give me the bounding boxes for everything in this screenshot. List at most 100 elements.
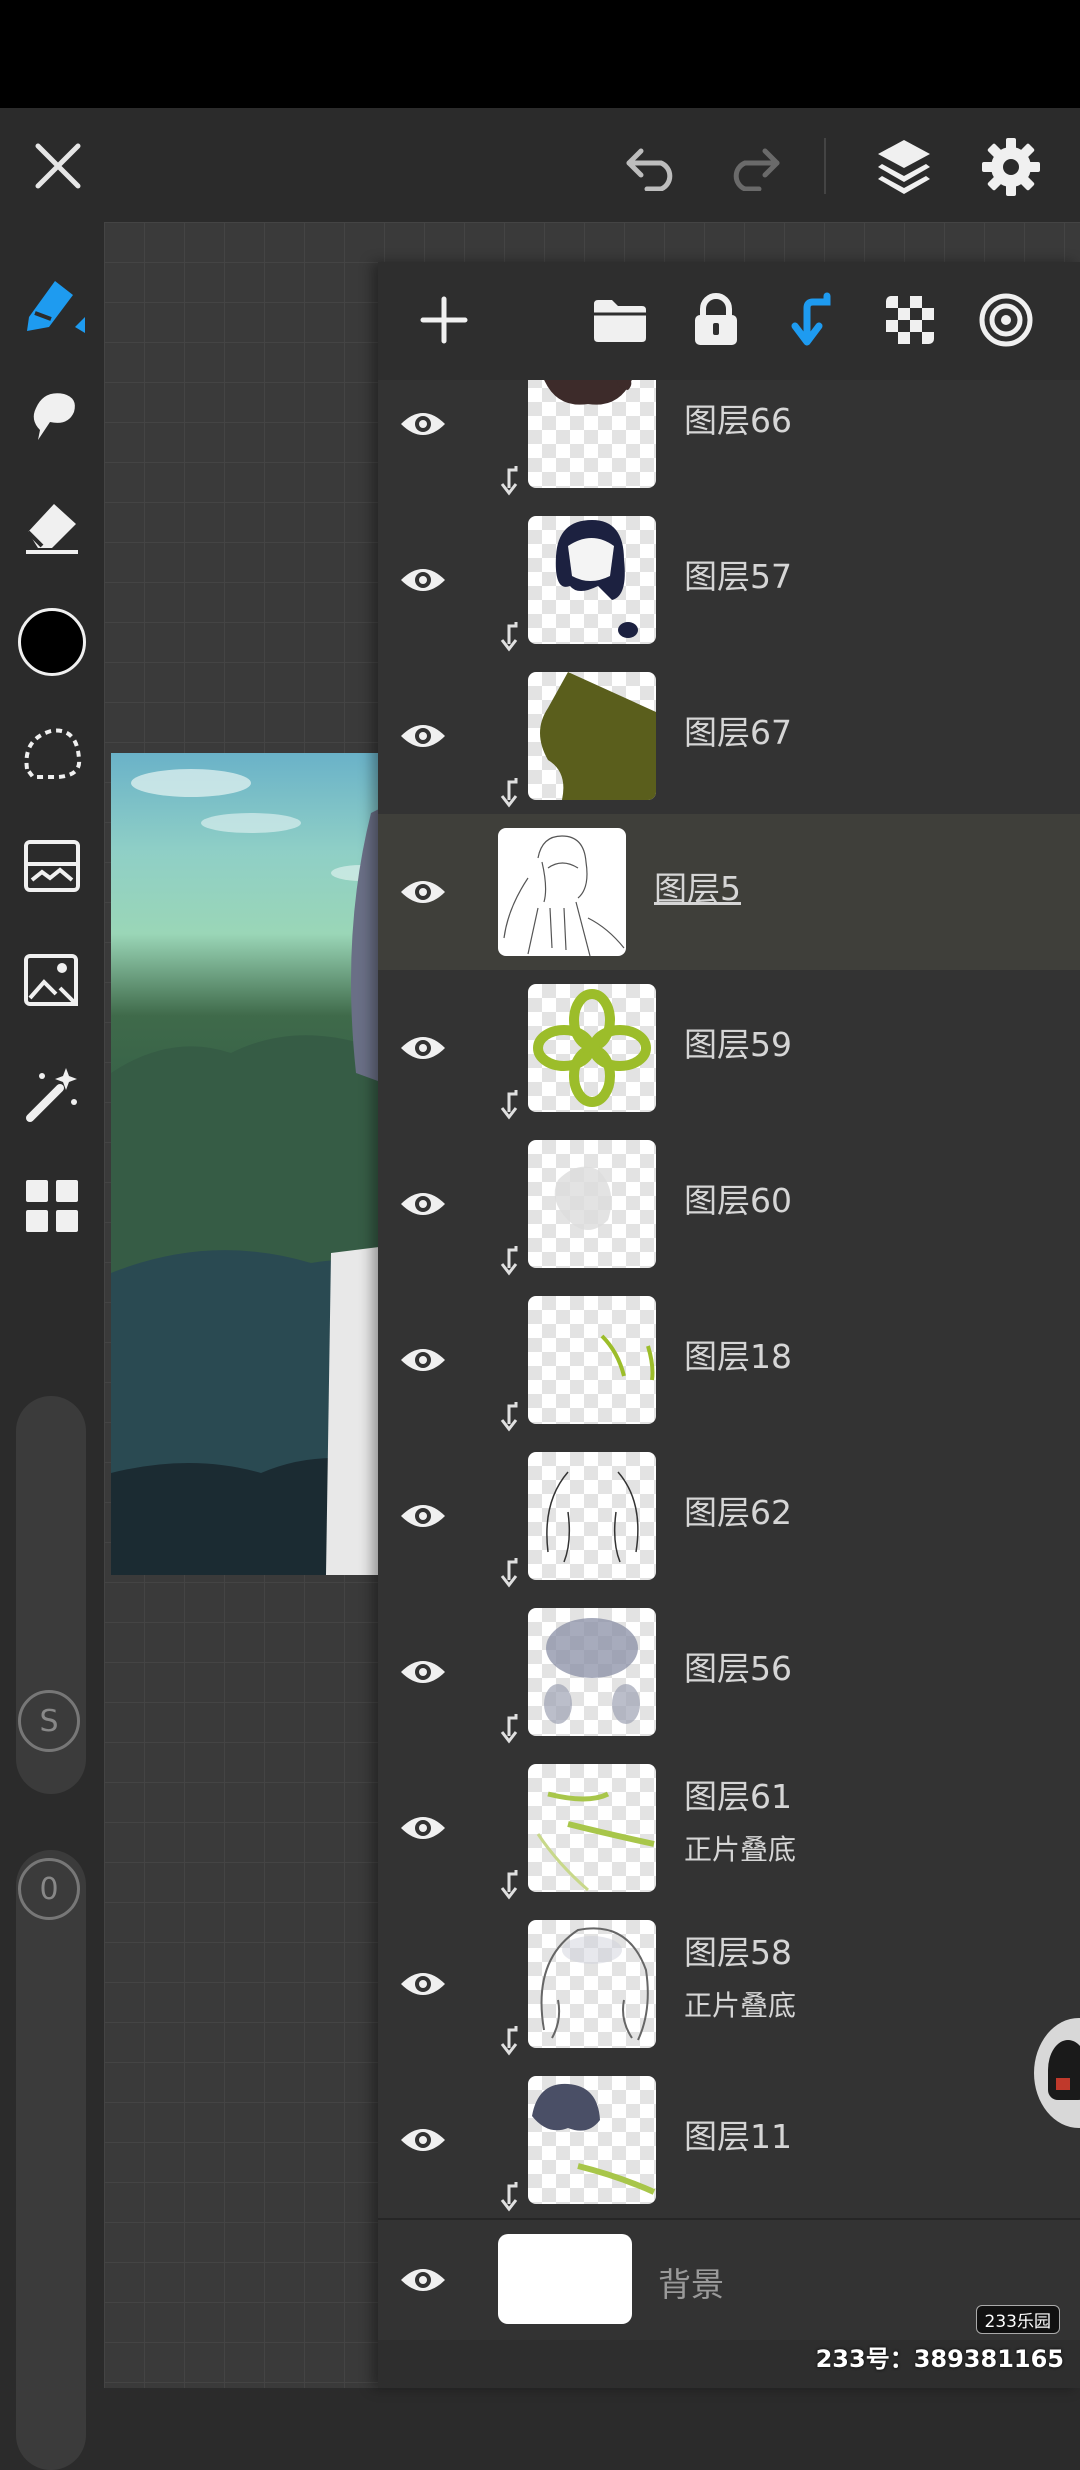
layer-name: 图层57 [684,557,792,596]
layer-name: 图层18 [684,1337,792,1376]
clip-arrow-icon [500,1558,518,1588]
clip-arrow-icon [500,622,518,652]
background-layer-name: 背景 [658,2265,724,2304]
layer-name: 图层61 [684,1777,792,1816]
lasso-selection-icon[interactable] [14,714,90,790]
layer-list[interactable]: 图层66 图层57 图层67 图层5 图层59 图层60 图层18 图层62 图… [378,380,1080,2220]
clip-arrow-icon [500,466,518,496]
layer-thumbnail [528,1452,656,1580]
layer-name: 图层66 [684,401,792,440]
layers-panel-toolbar [378,262,1080,381]
eye-icon[interactable] [398,2256,448,2304]
layer-thumbnail [528,516,656,644]
eye-icon[interactable] [398,712,448,760]
layer-row-selected[interactable]: 图层5 [378,814,1080,972]
layer-row[interactable]: 图层66 [378,380,1080,504]
layer-name: 图层58 [684,1933,792,1972]
watermark-text: 233号：389381165 [815,2345,1064,2373]
brush-pen-icon[interactable] [14,264,90,340]
layer-thumbnail [528,1920,656,2048]
background-color-swatch[interactable] [498,2234,632,2324]
layer-row[interactable]: 图层58 正片叠底 [378,1906,1080,2064]
watermark-badge: 233乐园 [975,2305,1060,2334]
layer-row[interactable]: 图层62 [378,1438,1080,1596]
layer-row[interactable]: 图层18 [378,1282,1080,1440]
clip-arrow-icon [500,1246,518,1276]
layer-row[interactable]: 图层59 [378,970,1080,1128]
opacity-slider[interactable]: 0 [16,1850,86,2470]
layer-thumbnail [528,1764,656,1892]
layer-thumbnail [528,1608,656,1736]
eye-icon[interactable] [398,2116,448,2164]
add-layer-icon[interactable] [412,288,476,352]
layer-name: 图层67 [684,713,792,752]
layer-thumbnail [528,2076,656,2204]
magic-wand-icon[interactable] [14,1056,90,1132]
layer-name: 图层5 [654,869,741,908]
toolbar-divider [824,138,826,194]
layer-row[interactable]: 图层56 [378,1594,1080,1752]
eye-icon[interactable] [398,1960,448,2008]
layer-name: 图层59 [684,1025,792,1064]
layer-row[interactable]: 图层11 [378,2062,1080,2220]
color-swatch[interactable] [18,608,86,676]
clipping-mask-icon[interactable] [782,288,846,352]
status-bar [0,0,1080,108]
grid-menu-icon[interactable] [14,1168,90,1244]
layers-panel: 图层66 图层57 图层67 图层5 图层59 图层60 图层18 图层62 图… [378,262,1080,2388]
clip-arrow-icon [500,778,518,808]
layer-row[interactable]: 图层57 [378,502,1080,660]
opacity-knob[interactable]: 0 [18,1858,80,1920]
eye-icon[interactable] [398,868,448,916]
left-toolbar: S 0 [0,222,104,2470]
brush-size-slider[interactable]: S [16,1396,86,1794]
blend-mode-label: 正片叠底 [684,1989,797,2022]
eye-icon[interactable] [398,556,448,604]
layer-name: 图层62 [684,1493,792,1532]
opacity-label: 0 [39,1871,59,1907]
clip-arrow-icon [500,1714,518,1744]
brush-size-knob[interactable]: S [18,1690,80,1752]
layer-thumbnail [528,1296,656,1424]
layer-row[interactable]: 图层60 [378,1126,1080,1284]
eye-icon[interactable] [398,1804,448,1852]
background-layer-row[interactable]: 背景 [378,2220,1080,2340]
brush-size-label: S [39,1703,59,1739]
layer-row[interactable]: 图层67 [378,658,1080,816]
layers-icon[interactable] [868,130,940,202]
eye-icon[interactable] [398,1180,448,1228]
import-image-icon[interactable] [14,942,90,1018]
layer-thumbnail [528,672,656,800]
eye-icon[interactable] [398,1024,448,1072]
eye-icon[interactable] [398,1648,448,1696]
folder-icon[interactable] [588,288,652,352]
clip-arrow-icon [500,1870,518,1900]
top-bar [0,108,1080,222]
lock-icon[interactable] [684,288,748,352]
eye-icon[interactable] [398,1492,448,1540]
eye-icon[interactable] [398,400,448,448]
alpha-lock-checker-icon[interactable] [878,288,942,352]
clip-arrow-icon [500,1090,518,1120]
adjustment-icon[interactable] [14,828,90,904]
smudge-finger-icon[interactable] [14,374,90,450]
layer-name: 图层11 [684,2117,792,2156]
clip-arrow-icon [500,2026,518,2056]
layer-thumbnail [528,1140,656,1268]
eye-icon[interactable] [398,1336,448,1384]
layer-row[interactable]: 图层61 正片叠底 [378,1750,1080,1908]
canvas-artwork [111,753,411,1575]
redo-icon[interactable] [718,134,788,198]
eraser-icon[interactable] [14,486,90,562]
layer-name: 图层60 [684,1181,792,1220]
blend-mode-label: 正片叠底 [684,1833,797,1866]
settings-gear-icon[interactable] [976,132,1046,202]
clip-arrow-icon [500,1402,518,1432]
undo-icon[interactable] [618,134,688,198]
clip-arrow-icon [500,2182,518,2212]
reference-target-icon[interactable] [974,288,1038,352]
layer-thumbnail [498,828,626,956]
layer-name: 图层56 [684,1649,792,1688]
layer-thumbnail [528,984,656,1112]
close-icon[interactable] [26,134,90,198]
